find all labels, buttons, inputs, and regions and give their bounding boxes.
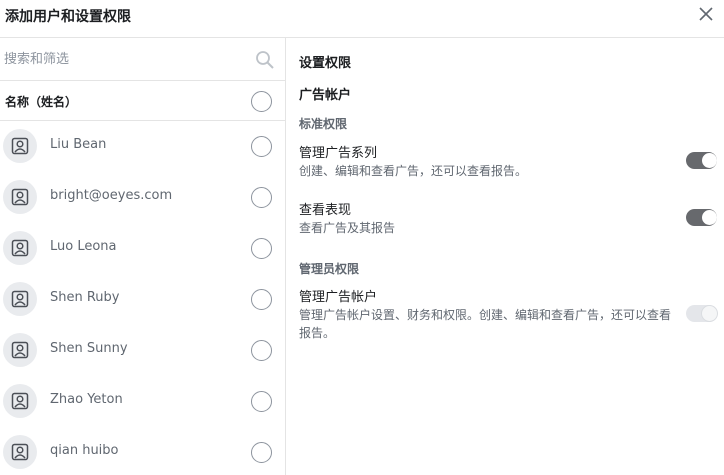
user-icon bbox=[11, 137, 29, 155]
user-select-radio[interactable] bbox=[251, 289, 272, 310]
list-item[interactable]: Shen Sunny bbox=[0, 325, 285, 376]
list-header: 名称（姓名） bbox=[0, 81, 285, 121]
search-icon[interactable] bbox=[255, 50, 275, 70]
avatar bbox=[3, 282, 37, 316]
user-select-radio[interactable] bbox=[251, 442, 272, 463]
user-name: Zhao Yeton bbox=[50, 392, 123, 407]
avatar bbox=[3, 435, 37, 469]
view-performance-title: 查看表现 bbox=[299, 203, 352, 218]
manage-campaigns-desc: 创建、编辑和查看广告，还可以查看报告。 bbox=[299, 164, 528, 178]
manage-account-toggle[interactable] bbox=[686, 305, 717, 322]
user-picker-panel: 名称（姓名） Liu Bean bright@oeyes.com bbox=[0, 38, 286, 475]
dialog-title: 添加用户和设置权限 bbox=[5, 9, 131, 25]
user-name: qian huibo bbox=[50, 443, 119, 458]
manage-campaigns-title: 管理广告系列 bbox=[299, 146, 378, 161]
permissions-panel: 设置权限 广告帐户 标准权限 管理广告系列 创建、编辑和查看广告，还可以查看报告… bbox=[286, 38, 724, 475]
user-name: Shen Sunny bbox=[50, 341, 128, 356]
avatar bbox=[3, 129, 37, 163]
user-icon bbox=[11, 443, 29, 461]
manage-account-desc: 管理广告帐户设置、财务和权限。创建、编辑和查看广告，还可以查看报告。 bbox=[299, 308, 672, 340]
user-icon bbox=[11, 188, 29, 206]
admin-permissions-label: 管理员权限 bbox=[299, 262, 360, 276]
section-title: 设置权限 bbox=[299, 56, 352, 71]
dialog-header: 添加用户和设置权限 bbox=[0, 0, 724, 38]
user-icon bbox=[11, 239, 29, 257]
user-select-radio[interactable] bbox=[251, 187, 272, 208]
select-all-radio[interactable] bbox=[251, 91, 272, 112]
toggle-knob bbox=[702, 210, 717, 225]
list-item[interactable]: Liu Bean bbox=[0, 121, 285, 172]
list-item[interactable]: Zhao Yeton bbox=[0, 376, 285, 427]
user-icon bbox=[11, 290, 29, 308]
user-name: Luo Leona bbox=[50, 239, 117, 254]
list-item[interactable]: Luo Leona bbox=[0, 223, 285, 274]
search-input[interactable] bbox=[4, 48, 244, 70]
avatar bbox=[3, 231, 37, 265]
list-item[interactable]: Shen Ruby bbox=[0, 274, 285, 325]
user-select-radio[interactable] bbox=[251, 136, 272, 157]
standard-permissions-label: 标准权限 bbox=[299, 117, 348, 131]
close-icon[interactable] bbox=[696, 4, 716, 24]
user-name: Liu Bean bbox=[50, 137, 107, 152]
user-select-radio[interactable] bbox=[251, 340, 272, 361]
manage-account-title: 管理广告帐户 bbox=[299, 290, 378, 305]
search-bar bbox=[0, 38, 285, 81]
toggle-knob bbox=[702, 306, 717, 321]
avatar bbox=[3, 180, 37, 214]
list-item[interactable]: qian huibo bbox=[0, 427, 285, 475]
view-performance-desc: 查看广告及其报告 bbox=[299, 221, 396, 235]
ad-account-title: 广告帐户 bbox=[299, 88, 352, 103]
user-name: Shen Ruby bbox=[50, 290, 120, 305]
view-performance-toggle[interactable] bbox=[686, 209, 717, 226]
avatar bbox=[3, 384, 37, 418]
toggle-knob bbox=[702, 153, 717, 168]
user-name: bright@oeyes.com bbox=[50, 188, 173, 203]
avatar bbox=[3, 333, 37, 367]
manage-campaigns-toggle[interactable] bbox=[686, 152, 717, 169]
user-select-radio[interactable] bbox=[251, 391, 272, 412]
add-user-dialog: 添加用户和设置权限 名称（姓名） bbox=[0, 0, 724, 475]
user-icon bbox=[11, 341, 29, 359]
user-select-radio[interactable] bbox=[251, 238, 272, 259]
name-column-header: 名称（姓名） bbox=[5, 95, 78, 109]
user-icon bbox=[11, 392, 29, 410]
list-item[interactable]: bright@oeyes.com bbox=[0, 172, 285, 223]
